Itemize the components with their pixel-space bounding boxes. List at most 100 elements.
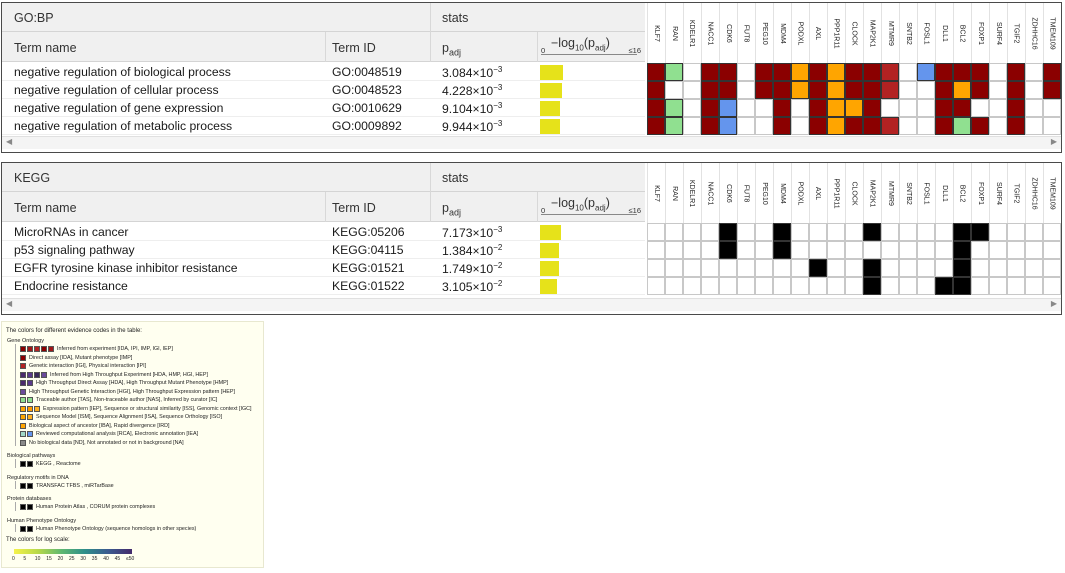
gene-label[interactable]: MDM4	[773, 165, 791, 221]
gene-evidence-cell[interactable]	[647, 117, 665, 135]
term-name[interactable]: MicroRNAs in cancer	[14, 225, 128, 239]
gene-evidence-cell[interactable]	[827, 81, 845, 99]
gene-evidence-cell[interactable]	[845, 81, 863, 99]
gene-label[interactable]: CLOCK	[845, 165, 863, 221]
gene-evidence-cell[interactable]	[1007, 277, 1025, 295]
gene-evidence-cell[interactable]	[683, 81, 701, 99]
gene-evidence-cell[interactable]	[773, 63, 791, 81]
gene-evidence-cell[interactable]	[683, 99, 701, 117]
gene-evidence-cell[interactable]	[737, 81, 755, 99]
gene-evidence-cell[interactable]	[647, 63, 665, 81]
gene-evidence-cell[interactable]	[1043, 63, 1061, 81]
gene-evidence-cell[interactable]	[665, 277, 683, 295]
gene-label[interactable]: PEG10	[755, 165, 773, 221]
gene-label[interactable]: PODXL	[791, 165, 809, 221]
gene-evidence-cell[interactable]	[917, 63, 935, 81]
gene-label[interactable]: TMEM109	[1043, 165, 1061, 221]
gene-evidence-cell[interactable]	[899, 277, 917, 295]
gene-evidence-cell[interactable]	[989, 63, 1007, 81]
gene-evidence-cell[interactable]	[827, 223, 845, 241]
gene-label[interactable]: TGIF2	[1007, 5, 1025, 61]
gene-evidence-cell[interactable]	[881, 241, 899, 259]
gene-label[interactable]: BCL2	[953, 5, 971, 61]
term-name[interactable]: negative regulation of metabolic process	[14, 119, 232, 133]
gene-label[interactable]: KLF7	[647, 5, 665, 61]
gene-evidence-cell[interactable]	[719, 99, 737, 117]
gene-evidence-cell[interactable]	[683, 223, 701, 241]
gene-evidence-cell[interactable]	[773, 117, 791, 135]
gene-evidence-cell[interactable]	[683, 259, 701, 277]
gene-evidence-cell[interactable]	[791, 63, 809, 81]
gene-evidence-cell[interactable]	[1043, 223, 1061, 241]
gene-label[interactable]: CDK6	[719, 5, 737, 61]
gene-label[interactable]: AXL	[809, 5, 827, 61]
gene-evidence-cell[interactable]	[863, 63, 881, 81]
term-id[interactable]: KEGG:04115	[332, 243, 404, 257]
go-horizontal-scrollbar[interactable]: ◀ ▶	[2, 136, 1061, 149]
gene-evidence-cell[interactable]	[917, 81, 935, 99]
scroll-left-icon[interactable]: ◀	[6, 137, 12, 146]
gene-evidence-cell[interactable]	[917, 241, 935, 259]
gene-evidence-cell[interactable]	[665, 63, 683, 81]
gene-label[interactable]: FOSL1	[917, 165, 935, 221]
gene-evidence-cell[interactable]	[935, 63, 953, 81]
gene-label[interactable]: MDM4	[773, 5, 791, 61]
table-row[interactable]: negative regulation of metabolic process…	[2, 117, 645, 135]
gene-evidence-cell[interactable]	[809, 99, 827, 117]
gene-evidence-cell[interactable]	[683, 117, 701, 135]
gene-evidence-cell[interactable]	[1025, 259, 1043, 277]
gene-evidence-cell[interactable]	[899, 63, 917, 81]
gene-evidence-cell[interactable]	[647, 259, 665, 277]
gene-evidence-cell[interactable]	[755, 277, 773, 295]
gene-evidence-cell[interactable]	[755, 99, 773, 117]
gene-evidence-cell[interactable]	[809, 81, 827, 99]
gene-evidence-cell[interactable]	[701, 99, 719, 117]
gene-evidence-cell[interactable]	[917, 223, 935, 241]
gene-evidence-cell[interactable]	[827, 117, 845, 135]
gene-evidence-cell[interactable]	[935, 223, 953, 241]
gene-label[interactable]: FUT8	[737, 165, 755, 221]
gene-evidence-cell[interactable]	[1043, 117, 1061, 135]
kegg-padj-header[interactable]: padj	[442, 201, 461, 218]
gene-evidence-cell[interactable]	[863, 241, 881, 259]
gene-label[interactable]: MAP2K1	[863, 165, 881, 221]
gene-label[interactable]: SURF4	[989, 5, 1007, 61]
gene-evidence-cell[interactable]	[971, 241, 989, 259]
gene-evidence-cell[interactable]	[971, 223, 989, 241]
gene-evidence-cell[interactable]	[1043, 241, 1061, 259]
gene-evidence-cell[interactable]	[1025, 117, 1043, 135]
gene-evidence-cell[interactable]	[989, 117, 1007, 135]
gene-evidence-cell[interactable]	[917, 259, 935, 277]
gene-evidence-cell[interactable]	[665, 223, 683, 241]
gene-label[interactable]: ZDHHC16	[1025, 5, 1043, 61]
table-row[interactable]: Endocrine resistance KEGG:01522 3.105×10−2	[2, 277, 645, 295]
gene-evidence-cell[interactable]	[791, 259, 809, 277]
gene-evidence-cell[interactable]	[1043, 259, 1061, 277]
gene-evidence-cell[interactable]	[755, 223, 773, 241]
gene-evidence-cell[interactable]	[1007, 223, 1025, 241]
gene-evidence-cell[interactable]	[935, 99, 953, 117]
gene-evidence-cell[interactable]	[863, 223, 881, 241]
gene-evidence-cell[interactable]	[665, 241, 683, 259]
gene-evidence-cell[interactable]	[755, 117, 773, 135]
gene-label[interactable]: PPP1R11	[827, 5, 845, 61]
gene-evidence-cell[interactable]	[953, 241, 971, 259]
table-row[interactable]: p53 signaling pathway KEGG:04115 1.384×10−…	[2, 241, 645, 259]
gene-label[interactable]: KLF7	[647, 165, 665, 221]
gene-label[interactable]: RAN	[665, 5, 683, 61]
gene-label[interactable]: MTMR9	[881, 165, 899, 221]
term-id[interactable]: GO:0048519	[332, 65, 402, 79]
gene-label[interactable]: CDK6	[719, 165, 737, 221]
gene-evidence-cell[interactable]	[809, 63, 827, 81]
gene-evidence-cell[interactable]	[845, 63, 863, 81]
gene-evidence-cell[interactable]	[899, 99, 917, 117]
gene-evidence-cell[interactable]	[719, 277, 737, 295]
gene-evidence-cell[interactable]	[719, 81, 737, 99]
gene-evidence-cell[interactable]	[809, 259, 827, 277]
gene-evidence-cell[interactable]	[881, 259, 899, 277]
gene-label[interactable]: SNTB2	[899, 165, 917, 221]
gene-label[interactable]: CLOCK	[845, 5, 863, 61]
go-term-id-header[interactable]: Term ID	[332, 41, 376, 55]
gene-evidence-cell[interactable]	[1007, 63, 1025, 81]
gene-evidence-cell[interactable]	[935, 81, 953, 99]
